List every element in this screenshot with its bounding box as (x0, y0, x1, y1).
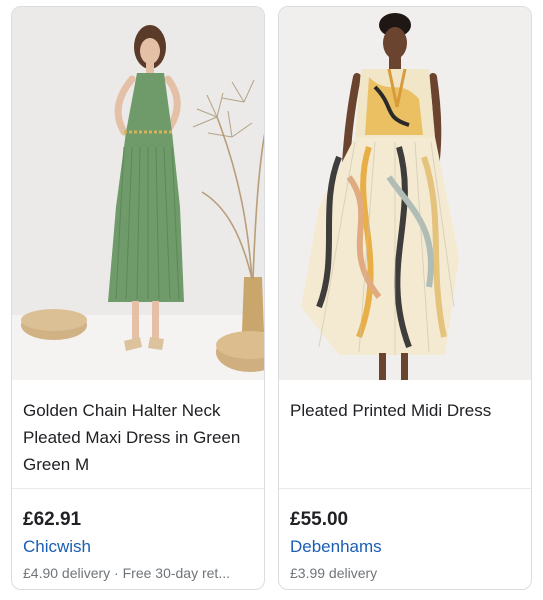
delivery-info: £4.90 delivery · Free 30-day ret... (23, 565, 230, 581)
divider (12, 488, 264, 489)
green-dress-photo (12, 7, 264, 380)
product-price: £55.00 (290, 509, 349, 530)
product-image[interactable] (279, 7, 531, 380)
product-title[interactable]: Pleated Printed Midi Dress (290, 397, 521, 424)
printed-dress-photo (279, 7, 531, 380)
product-price: £62.91 (23, 509, 82, 530)
product-image[interactable] (12, 7, 264, 380)
delivery-info: £3.99 delivery (290, 565, 378, 581)
product-card[interactable]: Golden Chain Halter Neck Pleated Maxi Dr… (11, 6, 265, 590)
product-grid: Golden Chain Halter Neck Pleated Maxi Dr… (0, 0, 543, 600)
product-title[interactable]: Golden Chain Halter Neck Pleated Maxi Dr… (23, 397, 254, 478)
divider (279, 488, 531, 489)
seller-link[interactable]: Debenhams (290, 537, 382, 557)
product-card[interactable]: Pleated Printed Midi Dress £55.00 Debenh… (278, 6, 532, 590)
seller-link[interactable]: Chicwish (23, 537, 91, 557)
